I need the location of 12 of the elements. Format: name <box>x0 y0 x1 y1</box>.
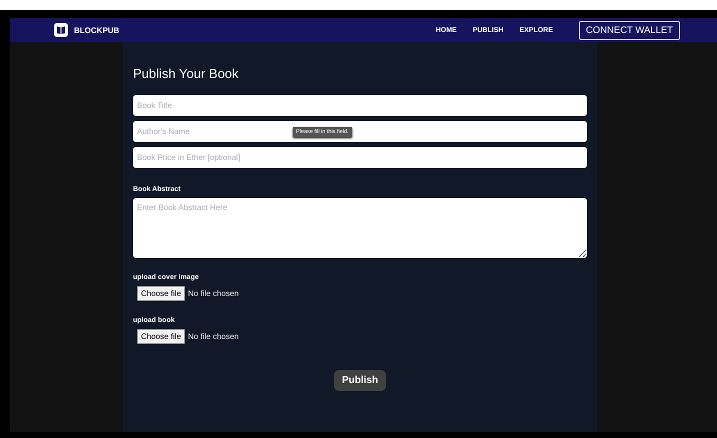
connect-wallet-button[interactable]: CONNECT WALLET <box>578 20 680 40</box>
input-field[interactable]: Book Title <box>133 95 587 116</box>
abstract-field[interactable]: Enter Book Abstract Here <box>133 198 587 258</box>
book-icon <box>54 23 68 37</box>
publish-button[interactable]: Publish <box>334 370 386 391</box>
file-status-text: No file chosen <box>188 289 239 298</box>
brand-name: BLOCKPUB <box>74 26 120 34</box>
choose-file-button[interactable]: Choose file <box>137 286 186 301</box>
input-field[interactable]: Book Price in Ether [optional] <box>133 147 587 168</box>
choose-file-button[interactable]: Choose file <box>137 329 186 344</box>
file-status-text: No file chosen <box>188 332 239 341</box>
form-title: Publish Your Book <box>133 66 240 81</box>
